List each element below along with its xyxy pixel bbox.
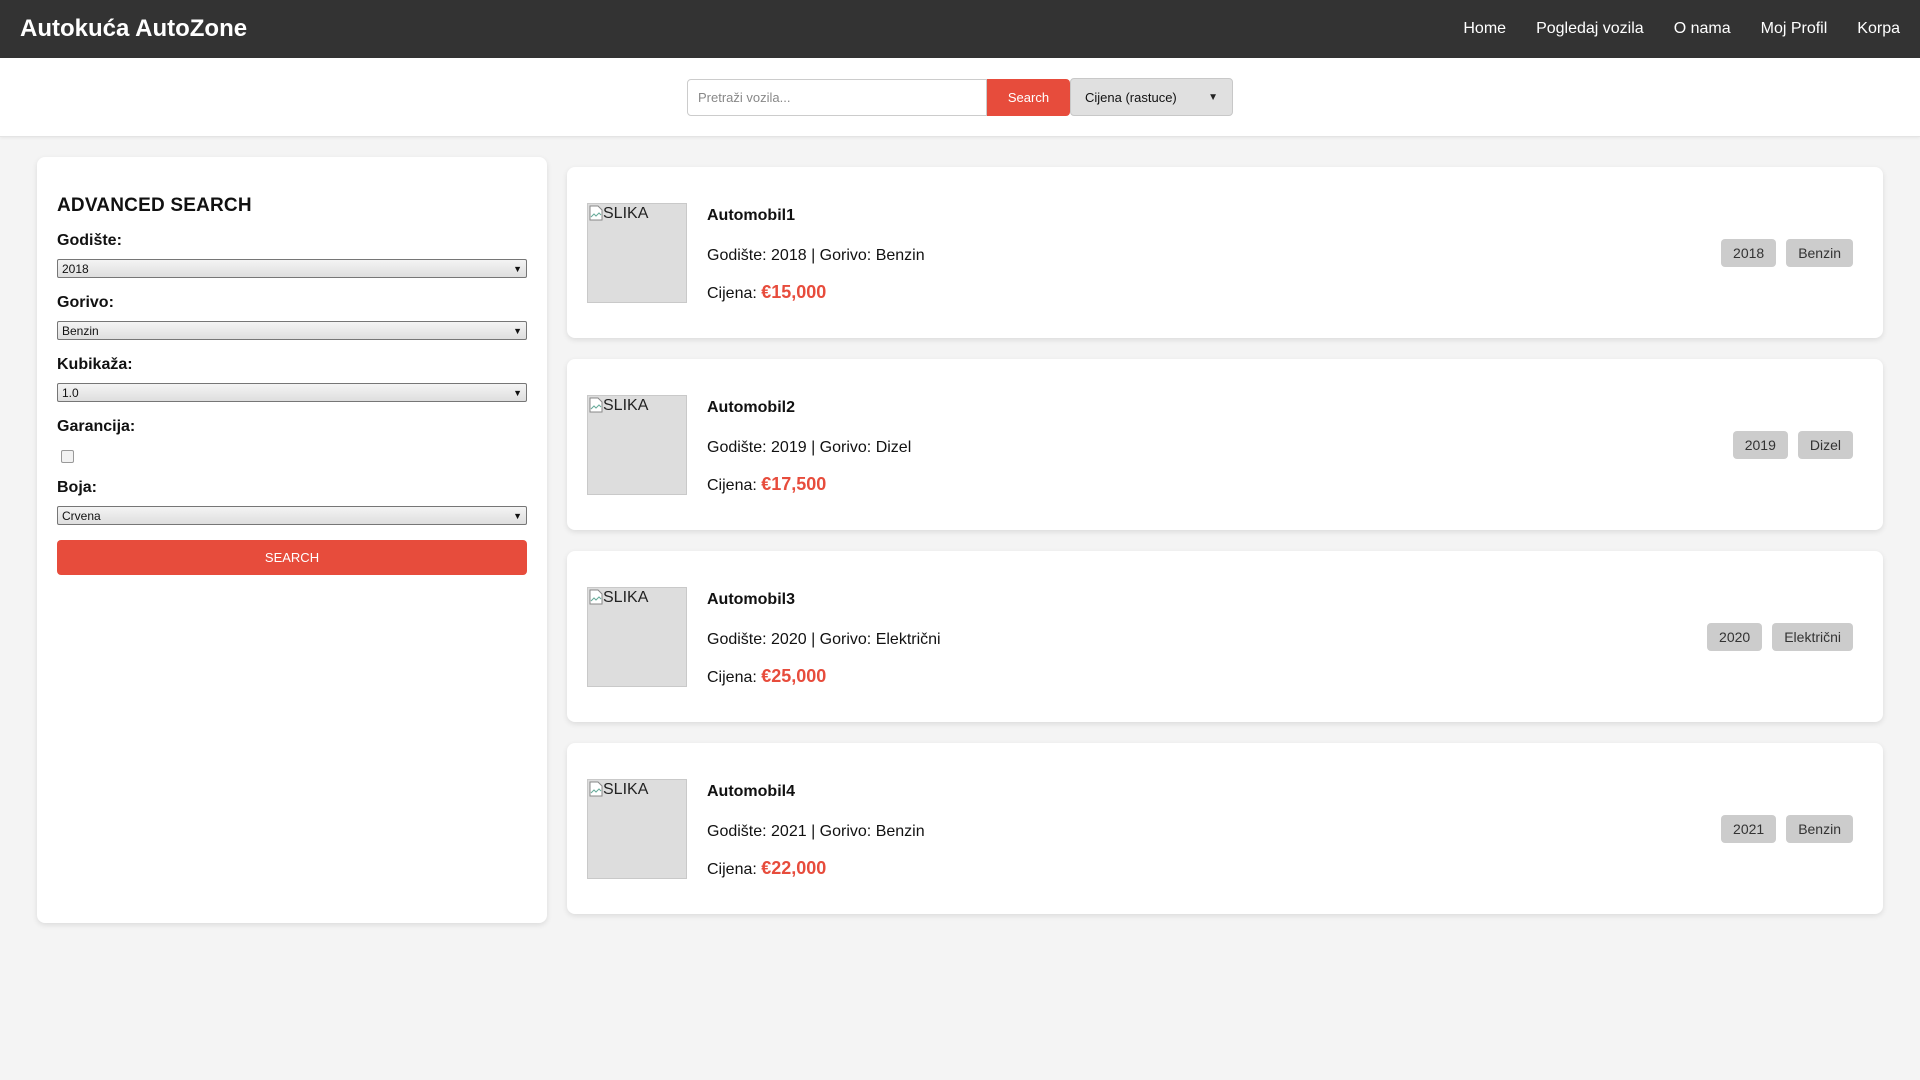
color-select-value: Crvena: [62, 508, 101, 523]
vehicle-meta: Godište: 2021 | Gorivo: Benzin: [707, 823, 925, 840]
price-label: Cijena:: [707, 285, 762, 302]
vehicle-meta: Godište: 2019 | Gorivo: Dizel: [707, 439, 912, 456]
price-label: Cijena:: [707, 477, 762, 494]
broken-image-icon: [589, 205, 603, 221]
broken-image-icon: [589, 781, 603, 797]
warranty-label: Garancija:: [57, 418, 136, 435]
vehicle-tags: 2018 Benzin: [1711, 239, 1853, 267]
year-select-value: 2018: [62, 261, 89, 276]
year-label: Godište:: [57, 232, 122, 249]
brand-title[interactable]: Autokuća AutoZone: [20, 15, 247, 43]
vehicle-tags: 2019 Dizel: [1723, 431, 1853, 459]
nav-link-profile[interactable]: Moj Profil: [1761, 20, 1828, 38]
broken-image-icon: [589, 397, 603, 413]
vehicle-meta: Godište: 2018 | Gorivo: Benzin: [707, 247, 925, 264]
vehicle-price: €25,000: [761, 666, 827, 686]
vehicle-image-alt: SLIKA: [603, 589, 649, 606]
vehicle-card[interactable]: SLIKA Automobil2 Godište: 2019 | Gorivo:…: [567, 359, 1883, 530]
vehicle-price-line: Cijena: €25,000: [707, 666, 826, 687]
engine-select[interactable]: 1.0 ▼: [57, 383, 527, 402]
advanced-search-title: ADVANCED SEARCH: [57, 195, 252, 216]
chevron-down-icon: ▼: [513, 510, 522, 521]
top-navbar: Autokuća AutoZone Home Pogledaj vozila O…: [0, 0, 1920, 58]
vehicle-image-alt: SLIKA: [603, 781, 649, 798]
tag-year: 2018: [1721, 239, 1777, 267]
nav-link-home[interactable]: Home: [1463, 20, 1506, 38]
vehicle-title[interactable]: Automobil1: [707, 207, 795, 225]
vehicle-card[interactable]: SLIKA Automobil1 Godište: 2018 | Gorivo:…: [567, 167, 1883, 338]
vehicle-card[interactable]: SLIKA Automobil3 Godište: 2020 | Gorivo:…: [567, 551, 1883, 722]
vehicle-price: €15,000: [761, 282, 827, 302]
search-input[interactable]: [687, 79, 987, 116]
chevron-down-icon: ▼: [513, 325, 522, 336]
engine-label: Kubikaža:: [57, 356, 133, 373]
engine-select-value: 1.0: [62, 385, 79, 400]
search-bar: Search Cijena (rastuce) ▼: [0, 58, 1920, 137]
fuel-select[interactable]: Benzin ▼: [57, 321, 527, 340]
advanced-search-button[interactable]: SEARCH: [57, 540, 527, 575]
advanced-search-panel: ADVANCED SEARCH Godište: 2018 ▼ Gorivo: …: [37, 157, 547, 923]
price-label: Cijena:: [707, 669, 762, 686]
nav-link-cart[interactable]: Korpa: [1857, 20, 1900, 38]
vehicle-image-alt: SLIKA: [603, 397, 649, 414]
nav-link-vehicles[interactable]: Pogledaj vozila: [1536, 20, 1644, 38]
vehicle-title[interactable]: Automobil4: [707, 783, 795, 801]
vehicle-title[interactable]: Automobil3: [707, 591, 795, 609]
tag-year: 2019: [1732, 431, 1788, 459]
vehicle-price-line: Cijena: €22,000: [707, 858, 826, 879]
vehicle-price-line: Cijena: €15,000: [707, 282, 826, 303]
tag-year: 2020: [1707, 623, 1763, 651]
vehicle-tags: 2021 Benzin: [1711, 815, 1853, 843]
vehicle-image[interactable]: SLIKA: [587, 203, 687, 303]
sort-select[interactable]: Cijena (rastuce) ▼: [1070, 78, 1233, 116]
year-select[interactable]: 2018 ▼: [57, 259, 527, 278]
search-button[interactable]: Search: [987, 79, 1070, 116]
sort-select-value: Cijena (rastuce): [1085, 89, 1177, 105]
chevron-down-icon: ▼: [1208, 91, 1218, 103]
vehicle-image[interactable]: SLIKA: [587, 587, 687, 687]
price-label: Cijena:: [707, 861, 762, 878]
nav-link-about[interactable]: O nama: [1674, 20, 1731, 38]
color-label: Boja:: [57, 479, 97, 496]
vehicle-listings: SLIKA Automobil1 Godište: 2018 | Gorivo:…: [567, 167, 1883, 935]
warranty-checkbox[interactable]: [61, 450, 74, 463]
vehicle-price-line: Cijena: €17,500: [707, 474, 826, 495]
tag-fuel: Benzin: [1786, 815, 1853, 843]
vehicle-image[interactable]: SLIKA: [587, 779, 687, 879]
main-nav: Home Pogledaj vozila O nama Moj Profil K…: [1433, 20, 1900, 38]
chevron-down-icon: ▼: [513, 387, 522, 398]
broken-image-icon: [589, 589, 603, 605]
vehicle-image[interactable]: SLIKA: [587, 395, 687, 495]
vehicle-card[interactable]: SLIKA Automobil4 Godište: 2021 | Gorivo:…: [567, 743, 1883, 914]
fuel-select-value: Benzin: [62, 323, 99, 338]
vehicle-price: €22,000: [761, 858, 827, 878]
chevron-down-icon: ▼: [513, 263, 522, 274]
vehicle-image-alt: SLIKA: [603, 205, 649, 222]
vehicle-meta: Godište: 2020 | Gorivo: Električni: [707, 631, 941, 648]
color-select[interactable]: Crvena ▼: [57, 506, 527, 525]
vehicle-tags: 2020 Električni: [1697, 623, 1853, 651]
tag-fuel: Električni: [1772, 623, 1853, 651]
tag-fuel: Dizel: [1797, 431, 1853, 459]
vehicle-title[interactable]: Automobil2: [707, 399, 795, 417]
tag-fuel: Benzin: [1786, 239, 1853, 267]
vehicle-price: €17,500: [761, 474, 827, 494]
fuel-label: Gorivo:: [57, 294, 114, 311]
tag-year: 2021: [1721, 815, 1777, 843]
